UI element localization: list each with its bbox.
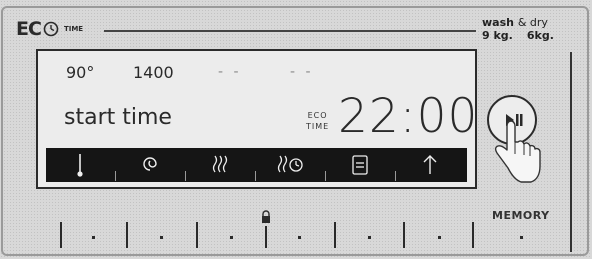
selector-bar (265, 226, 267, 248)
lcd-display: 90° 1400 - - - - start time ECO TIME 22:… (36, 49, 477, 189)
wash-capacity: 9 kg. (482, 29, 513, 42)
option-3-value: - - (218, 64, 242, 80)
start-pause-button[interactable] (487, 95, 537, 145)
selector-dot (230, 236, 233, 239)
selector-bar (196, 222, 198, 248)
spin-icon (130, 148, 170, 182)
temperature-value: 90° (66, 63, 95, 82)
function-icon-bar (46, 148, 467, 182)
selector-bar (334, 222, 336, 248)
clock-readout: 22:00 (338, 89, 479, 144)
arrow-up-icon (410, 148, 450, 182)
selector-dot (92, 236, 95, 239)
selector-bar (60, 222, 62, 248)
option-4-value: - - (290, 64, 314, 80)
selector-dot (368, 236, 371, 239)
memory-button-label[interactable]: MEMORY (492, 209, 550, 222)
temperature-icon (60, 148, 100, 182)
panel-rail (570, 52, 572, 252)
wash-dry-label: wash (482, 16, 514, 29)
header-divider (104, 30, 476, 32)
wash-dry-capacity: wash & dry 9 kg. 6kg. (482, 16, 554, 42)
and-dry-label: & dry (517, 16, 548, 29)
selector-dot (160, 236, 163, 239)
clock-logo-icon (43, 21, 59, 37)
program-icon (340, 148, 380, 182)
child-lock-icon[interactable] (260, 210, 272, 224)
selector-dot (298, 236, 301, 239)
selector-dot (438, 236, 441, 239)
eco-time-logo: EC TIME (16, 18, 83, 40)
dry-capacity: 6kg. (526, 29, 554, 42)
eco-time-indicator: ECO TIME (306, 110, 329, 132)
start-time-label: start time (64, 105, 172, 130)
eco-logo-time: TIME (63, 25, 84, 33)
selector-bar (472, 222, 474, 248)
memory-dot[interactable] (520, 236, 523, 239)
eco-indicator-time: TIME (306, 122, 330, 131)
spin-value: 1400 (133, 63, 174, 82)
dry-timer-icon (270, 148, 310, 182)
eco-logo-text: EC (16, 18, 42, 40)
eco-indicator-eco: ECO (307, 111, 328, 120)
selector-bar (403, 222, 405, 248)
selector-bar (126, 222, 128, 248)
steam-icon (200, 148, 240, 182)
start-pause-icon (506, 114, 523, 126)
